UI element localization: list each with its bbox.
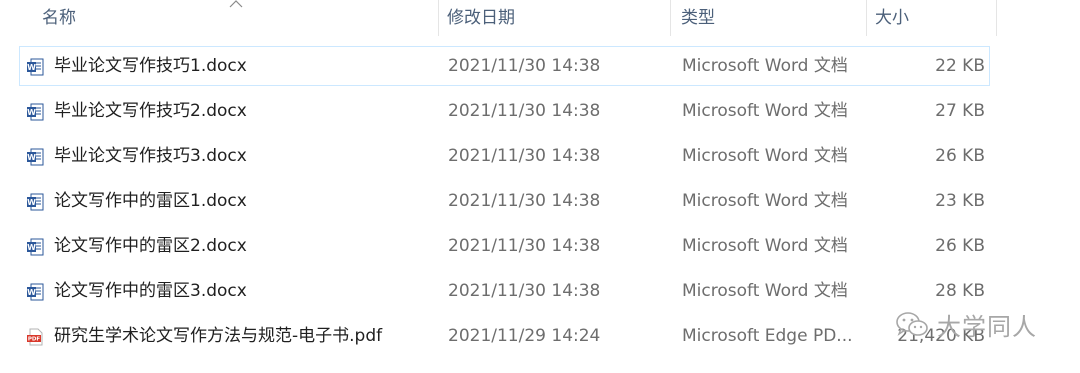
svg-text:PDF: PDF bbox=[28, 337, 41, 343]
file-type: Microsoft Word 文档 bbox=[682, 281, 848, 301]
file-row[interactable]: W 论文写作中的雷区2.docx 2021/11/30 14:38 Micros… bbox=[19, 226, 990, 266]
file-size: 22 KB bbox=[935, 56, 985, 76]
column-header-type[interactable]: 类型 bbox=[681, 0, 715, 36]
word-doc-icon: W bbox=[27, 238, 44, 256]
svg-text:W: W bbox=[27, 288, 36, 297]
file-modified-date: 2021/11/29 14:24 bbox=[448, 326, 601, 346]
wechat-icon bbox=[896, 312, 928, 336]
file-name: 毕业论文写作技巧2.docx bbox=[54, 101, 247, 121]
file-row[interactable]: PDF 研究生学术论文写作方法与规范-电子书.pdf 2021/11/29 14… bbox=[19, 316, 990, 356]
word-doc-icon: W bbox=[27, 193, 44, 211]
file-type: Microsoft Word 文档 bbox=[682, 56, 848, 76]
sort-ascending-icon bbox=[229, 0, 243, 8]
file-type: Microsoft Word 文档 bbox=[682, 236, 848, 256]
file-modified-date: 2021/11/30 14:38 bbox=[448, 146, 601, 166]
file-name: 毕业论文写作技巧1.docx bbox=[54, 56, 247, 76]
file-size: 26 KB bbox=[935, 236, 985, 256]
file-name: 研究生学术论文写作方法与规范-电子书.pdf bbox=[54, 326, 383, 346]
file-type: Microsoft Word 文档 bbox=[682, 146, 848, 166]
word-doc-icon: W bbox=[27, 58, 44, 76]
word-doc-icon: W bbox=[27, 283, 44, 301]
svg-text:W: W bbox=[27, 243, 36, 252]
word-doc-icon: W bbox=[27, 148, 44, 166]
column-divider[interactable] bbox=[866, 0, 867, 36]
file-name: 论文写作中的雷区1.docx bbox=[54, 191, 247, 211]
column-divider[interactable] bbox=[438, 0, 439, 36]
file-size: 27 KB bbox=[935, 101, 985, 121]
file-modified-date: 2021/11/30 14:38 bbox=[448, 191, 601, 211]
word-doc-icon: W bbox=[27, 103, 44, 121]
file-name: 论文写作中的雷区3.docx bbox=[54, 281, 247, 301]
file-row[interactable]: W 论文写作中的雷区3.docx 2021/11/30 14:38 Micros… bbox=[19, 271, 990, 311]
column-divider[interactable] bbox=[996, 0, 997, 36]
file-modified-date: 2021/11/30 14:38 bbox=[448, 56, 601, 76]
column-header-row: 名称 修改日期 类型 大小 bbox=[0, 0, 1000, 36]
file-row[interactable]: W 论文写作中的雷区1.docx 2021/11/30 14:38 Micros… bbox=[19, 181, 990, 221]
file-type: Microsoft Word 文档 bbox=[682, 101, 848, 121]
svg-text:W: W bbox=[27, 198, 36, 207]
watermark: 大学同人 bbox=[895, 305, 1055, 345]
file-row[interactable]: W 毕业论文写作技巧3.docx 2021/11/30 14:38 Micros… bbox=[19, 136, 990, 176]
svg-text:W: W bbox=[27, 63, 36, 72]
file-modified-date: 2021/11/30 14:38 bbox=[448, 236, 601, 256]
column-divider[interactable] bbox=[670, 0, 671, 36]
file-type: Microsoft Edge PD... bbox=[682, 326, 853, 346]
column-header-size[interactable]: 大小 bbox=[875, 0, 909, 36]
column-header-name[interactable]: 名称 bbox=[42, 0, 76, 36]
svg-text:W: W bbox=[27, 153, 36, 162]
file-size: 26 KB bbox=[935, 146, 985, 166]
file-row[interactable]: W 毕业论文写作技巧2.docx 2021/11/30 14:38 Micros… bbox=[19, 91, 990, 131]
file-modified-date: 2021/11/30 14:38 bbox=[448, 101, 601, 121]
file-name: 论文写作中的雷区2.docx bbox=[54, 236, 247, 256]
file-name: 毕业论文写作技巧3.docx bbox=[54, 146, 247, 166]
file-modified-date: 2021/11/30 14:38 bbox=[448, 281, 601, 301]
watermark-text: 大学同人 bbox=[937, 313, 1037, 341]
pdf-icon: PDF bbox=[27, 328, 43, 346]
column-header-date[interactable]: 修改日期 bbox=[447, 0, 515, 36]
file-size: 23 KB bbox=[935, 191, 985, 211]
file-type: Microsoft Word 文档 bbox=[682, 191, 848, 211]
file-row[interactable]: W 毕业论文写作技巧1.docx 2021/11/30 14:38 Micros… bbox=[19, 46, 990, 86]
svg-text:W: W bbox=[27, 108, 36, 117]
